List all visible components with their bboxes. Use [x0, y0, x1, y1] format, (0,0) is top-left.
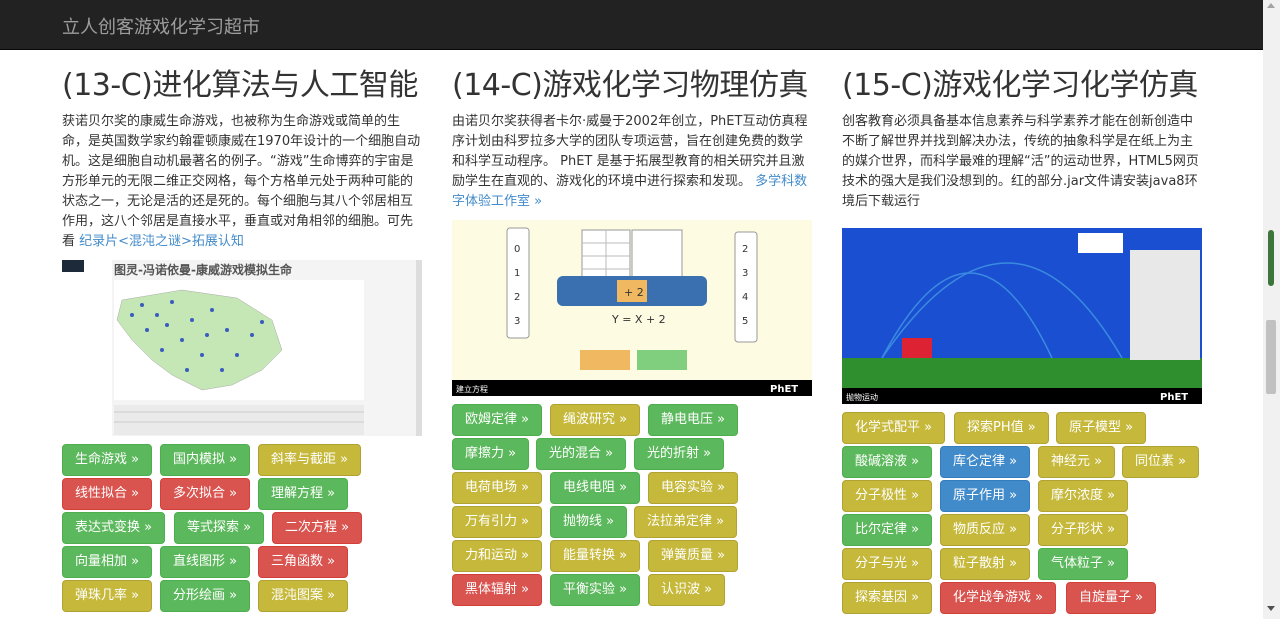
svg-text:2: 2 — [514, 292, 520, 303]
simulation-buttons: 欧姆定律 » 绳波研究 » 静电电压 » 摩擦力 » 光的混合 » 光的折射 »… — [452, 404, 814, 614]
sim-button[interactable]: 同位素 » — [1122, 446, 1200, 478]
sim-button[interactable]: 光的折射 » — [634, 438, 725, 470]
sim-button[interactable]: 法拉弟定律 » — [634, 506, 738, 538]
sim-button[interactable]: 自旋量子 » — [1066, 582, 1157, 614]
sim-button[interactable]: 化学式配平 » — [842, 412, 946, 444]
top-navbar: 立人创客游戏化学习超市 — [0, 0, 1263, 50]
sim-button[interactable]: 线性拟合 » — [62, 478, 153, 510]
sim-button[interactable]: 分子极性 » — [842, 480, 933, 512]
section-14c: (14-C)游戏化学习物理仿真 由诺贝尔奖获得者卡尔·威曼于2002年创立，Ph… — [452, 50, 814, 614]
sim-button[interactable]: 气体粒子 » — [1038, 548, 1129, 580]
sim-button[interactable]: 二次方程 » — [272, 512, 363, 544]
sim-button[interactable]: 静电电压 » — [648, 404, 739, 436]
section-description: 获诺贝尔奖的康威生命游戏，也被称为生命游戏或简单的生命，是英国数学家约翰霍顿康威… — [62, 114, 421, 249]
sim-button[interactable]: 弹珠几率 » — [62, 580, 153, 612]
sim-button[interactable]: 摩尔浓度 » — [1038, 480, 1129, 512]
sim-button[interactable]: 分形绘画 » — [160, 580, 251, 612]
scroll-up-arrow-icon[interactable] — [1267, 3, 1275, 8]
svg-text:+ 2: + 2 — [624, 286, 644, 299]
sim-button[interactable]: 混沌图案 » — [258, 580, 349, 612]
sim-button[interactable]: 电线电阻 » — [550, 472, 641, 504]
figure-equation: Y = X + 2 — [611, 313, 666, 326]
svg-text:3: 3 — [514, 316, 520, 327]
sim-button[interactable]: 摩擦力 » — [452, 438, 530, 470]
sim-button[interactable]: 认识波 » — [648, 574, 726, 606]
site-brand[interactable]: 立人创客游戏化学习超市 — [62, 13, 260, 39]
life-game-image[interactable]: 图灵-冯诺依曼-康威游戏模拟生命 — [62, 260, 424, 436]
sim-button[interactable]: 能量转换 » — [550, 540, 641, 572]
svg-text:3: 3 — [742, 268, 748, 279]
svg-text:0: 0 — [514, 244, 520, 255]
sim-button[interactable]: 比尔定律 » — [842, 514, 933, 546]
sim-button[interactable]: 原子模型 » — [1056, 412, 1147, 444]
phet-physics-image[interactable]: 0 1 2 3 2 3 4 5 + 2 Y = X + 2 建立方程 PhET — [452, 220, 812, 396]
sim-button[interactable]: 直线图形 » — [160, 546, 251, 578]
sim-button[interactable]: 分子形状 » — [1038, 514, 1129, 546]
sim-button[interactable]: 向量相加 » — [62, 546, 153, 578]
svg-text:5: 5 — [742, 316, 748, 327]
sim-button[interactable]: 绳波研究 » — [550, 404, 641, 436]
section-description: 创客教育必须具备基本信息素养与科学素养才能在创新创造中不断了解世界并找到解决办法… — [842, 114, 1199, 209]
sim-button[interactable]: 欧姆定律 » — [452, 404, 543, 436]
section-description: 由诺贝尔奖获得者卡尔·威曼于2002年创立，PhET互动仿真程序计划由科罗拉多大… — [452, 114, 808, 209]
sim-button[interactable]: 抛物线 » — [550, 506, 628, 538]
sim-button[interactable]: 光的混合 » — [536, 438, 627, 470]
sim-button[interactable]: 万有引力 » — [452, 506, 543, 538]
sim-button[interactable]: 电容实验 » — [648, 472, 739, 504]
simulation-buttons: 生命游戏 » 国内模拟 » 斜率与截距 » 线性拟合 » 多次拟合 » 理解方程… — [62, 444, 424, 624]
figure-label: 抛物运动 — [846, 392, 878, 402]
page-scrollbar[interactable] — [1263, 0, 1280, 619]
sim-button[interactable]: 三角函数 » — [258, 546, 349, 578]
sim-button[interactable]: 探索基因 » — [842, 582, 933, 614]
phet-logo: PhET — [1160, 392, 1188, 403]
sim-button[interactable]: 酸碱溶液 » — [842, 446, 933, 478]
sim-button[interactable]: 等式探索 » — [174, 512, 265, 544]
simulation-buttons: 化学式配平 » 探索PH值 » 原子模型 » 酸碱溶液 » 库仑定律 » 神经元… — [842, 412, 1204, 622]
sim-button[interactable]: 表达式变换 » — [62, 512, 166, 544]
sim-button[interactable]: 弹簧质量 » — [648, 540, 739, 572]
figure-title: 图灵-冯诺依曼-康威游戏模拟生命 — [114, 262, 293, 277]
sim-button[interactable]: 神经元 » — [1038, 446, 1116, 478]
phet-chemistry-image[interactable]: 抛物运动 PhET — [842, 228, 1202, 404]
sim-button[interactable]: 斜率与截距 » — [258, 444, 362, 476]
sim-button[interactable]: 生命游戏 » — [62, 444, 153, 476]
sim-button[interactable]: 黑体辐射 » — [452, 574, 543, 606]
sim-button[interactable]: 力和运动 » — [452, 540, 543, 572]
section-title: (14-C)游戏化学习物理仿真 — [452, 68, 808, 103]
section-title: (13-C)进化算法与人工智能 — [62, 68, 418, 103]
documentary-link[interactable]: 纪录片<混沌之谜>拓展认知 — [79, 234, 244, 249]
sim-button[interactable]: 多次拟合 » — [160, 478, 251, 510]
figure-label: 建立方程 — [456, 384, 488, 394]
sim-button[interactable]: 理解方程 » — [258, 478, 349, 510]
svg-text:2: 2 — [742, 244, 748, 255]
section-13c: (13-C)进化算法与人工智能 获诺贝尔奖的康威生命游戏，也被称为生命游戏或简单… — [62, 50, 424, 624]
sim-button[interactable]: 库仑定律 » — [940, 446, 1031, 478]
svg-text:1: 1 — [514, 268, 520, 279]
scroll-thumb[interactable] — [1266, 320, 1276, 394]
sim-button[interactable]: 国内模拟 » — [160, 444, 251, 476]
sim-button[interactable]: 平衡实验 » — [550, 574, 641, 606]
sim-button[interactable]: 化学战争游戏 » — [940, 582, 1057, 614]
phet-logo: PhET — [770, 384, 798, 395]
sim-button[interactable]: 粒子散射 » — [940, 548, 1031, 580]
sim-button[interactable]: 物质反应 » — [940, 514, 1031, 546]
sim-button[interactable]: 原子作用 » — [940, 480, 1031, 512]
sim-button[interactable]: 分子与光 » — [842, 548, 933, 580]
sim-button[interactable]: 电荷电场 » — [452, 472, 543, 504]
section-15c: (15-C)游戏化学习化学仿真 创客教育必须具备基本信息素养与科学素养才能在创新… — [842, 50, 1204, 622]
scroll-down-arrow-icon[interactable] — [1267, 606, 1275, 611]
sim-button[interactable]: 探索PH值 » — [954, 412, 1049, 444]
svg-text:4: 4 — [742, 292, 748, 303]
section-title: (15-C)游戏化学习化学仿真 — [842, 68, 1198, 103]
scroll-marker — [1268, 230, 1274, 286]
